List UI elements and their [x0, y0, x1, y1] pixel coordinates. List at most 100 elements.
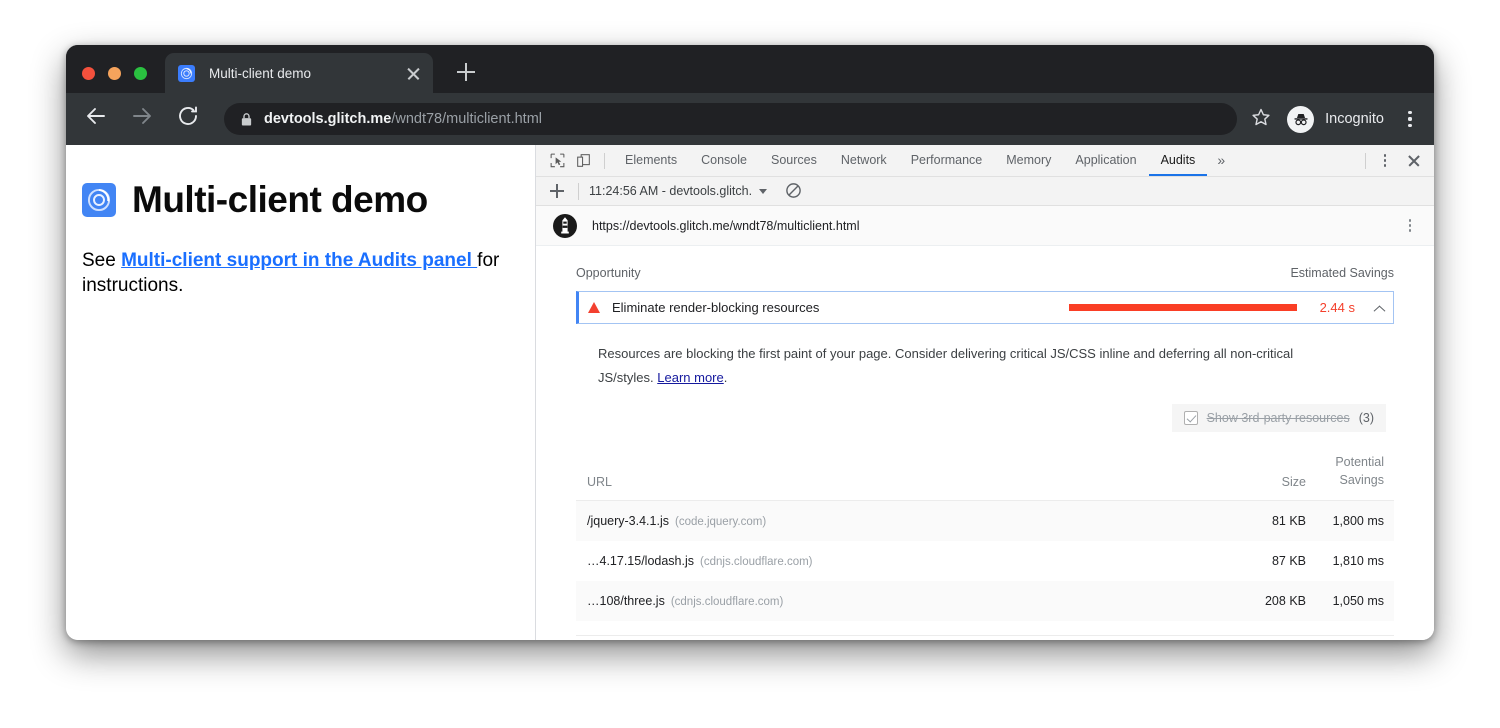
opportunity-header-row: Opportunity Estimated Savings [576, 246, 1394, 291]
resource-host: (cdnjs.cloudflare.com) [671, 596, 783, 608]
show-third-party-toggle[interactable]: Show 3rd-party resources (3) [1172, 404, 1386, 432]
browser-tab[interactable]: Multi-client demo [165, 53, 433, 93]
lighthouse-icon [552, 213, 578, 239]
tab-sources[interactable]: Sources [759, 145, 829, 176]
incognito-icon [1287, 106, 1314, 133]
table-header-row: URL Size Potential Savings [576, 444, 1394, 501]
resources-table: URL Size Potential Savings /jquery-3.4.1… [576, 444, 1394, 621]
resource-host: (cdnjs.cloudflare.com) [700, 556, 812, 568]
browser-window: Multi-client demo [66, 45, 1434, 640]
kebab-menu-icon[interactable] [1400, 108, 1420, 130]
chevron-up-icon[interactable] [1373, 302, 1384, 313]
table-head: URL Size Potential Savings [576, 444, 1394, 501]
star-icon[interactable] [1251, 107, 1271, 132]
address-bar[interactable]: devtools.glitch.me/wndt78/multiclient.ht… [224, 103, 1237, 135]
cell-savings: 1,810 ms [1316, 541, 1394, 581]
report-header: https://devtools.glitch.me/wndt78/multic… [536, 206, 1434, 246]
devtools-logo-icon [82, 183, 116, 217]
window-content: Multi-client demo See Multi-client suppo… [66, 145, 1434, 640]
web-page: Multi-client demo See Multi-client suppo… [66, 145, 536, 640]
devtools-logo-icon [178, 65, 195, 82]
devtools-panel: Elements Console Sources Network Perform… [536, 145, 1434, 640]
cell-size: 208 KB [1224, 581, 1316, 621]
audit-description: Resources are blocking the first paint o… [576, 324, 1371, 390]
profile-chip[interactable]: Incognito [1287, 106, 1384, 133]
page-heading: Multi-client demo [132, 179, 428, 221]
url-path: /wndt78/multiclient.html [391, 111, 542, 127]
devtools-tabbar-actions [1357, 149, 1434, 173]
column-header-url[interactable]: URL [576, 444, 1224, 501]
description-period: . [724, 370, 728, 385]
kebab-menu-icon[interactable] [1374, 150, 1396, 172]
cell-url: …4.17.15/lodash.js(cdnjs.cloudflare.com) [576, 541, 1224, 581]
devtools-tab-list: Elements Console Sources Network Perform… [613, 145, 1235, 176]
paragraph-prefix: See [82, 250, 121, 271]
report-body: Opportunity Estimated Savings Eliminate … [536, 246, 1434, 640]
cell-url: /jquery-3.4.1.js(code.jquery.com) [576, 501, 1224, 542]
report-url: https://devtools.glitch.me/wndt78/multic… [592, 219, 859, 233]
device-toolbar-icon[interactable] [570, 148, 596, 174]
resource-host: (code.jquery.com) [675, 516, 766, 528]
audit-title: Eliminate render-blocking resources [612, 300, 819, 315]
reload-icon[interactable] [176, 104, 206, 134]
report-selector-label: 11:24:56 AM - devtools.glitch. [589, 184, 752, 198]
savings-header-line1: Potential [1335, 455, 1384, 469]
checkbox-checked-icon[interactable] [1184, 411, 1198, 425]
audits-toolbar: 11:24:56 AM - devtools.glitch. [536, 177, 1434, 206]
kebab-menu-icon[interactable] [1400, 216, 1420, 236]
tab-memory[interactable]: Memory [994, 145, 1063, 176]
close-icon[interactable] [1402, 149, 1426, 173]
tab-performance[interactable]: Performance [899, 145, 995, 176]
devtools-tabbar: Elements Console Sources Network Perform… [536, 145, 1434, 177]
table-bottom-divider [576, 635, 1394, 636]
more-tabs-icon[interactable]: » [1207, 145, 1235, 176]
table-row[interactable]: …4.17.15/lodash.js(cdnjs.cloudflare.com)… [576, 541, 1394, 581]
minimize-window-button[interactable] [108, 67, 121, 80]
cell-size: 87 KB [1224, 541, 1316, 581]
page-title: Multi-client demo [82, 179, 507, 221]
cell-savings: 1,050 ms [1316, 581, 1394, 621]
plus-icon[interactable] [546, 180, 568, 202]
tab-application[interactable]: Application [1063, 145, 1148, 176]
window-controls [82, 67, 147, 80]
savings-header-line2: Savings [1340, 473, 1384, 487]
third-party-toggle-row: Show 3rd-party resources (3) [576, 390, 1394, 432]
report-selector[interactable]: 11:24:56 AM - devtools.glitch. [589, 184, 767, 198]
arrow-left-icon[interactable] [84, 104, 114, 134]
tab-audits[interactable]: Audits [1149, 145, 1208, 176]
column-header-potential-savings[interactable]: Potential Savings [1316, 444, 1394, 501]
cell-savings: 1,800 ms [1316, 501, 1394, 542]
tab-console[interactable]: Console [689, 145, 759, 176]
new-tab-button[interactable] [454, 60, 478, 84]
profile-label: Incognito [1325, 111, 1384, 127]
page-paragraph: See Multi-client support in the Audits p… [82, 248, 507, 299]
divider [578, 183, 579, 200]
clear-all-icon[interactable] [785, 182, 803, 200]
cell-size: 81 KB [1224, 501, 1316, 542]
tab-network[interactable]: Network [829, 145, 899, 176]
savings-bar [1069, 304, 1297, 311]
tab-strip: Multi-client demo [66, 45, 1434, 93]
url-host: devtools.glitch.me [264, 111, 391, 127]
audit-savings: 2.44 s [1069, 300, 1384, 315]
inspect-element-icon[interactable] [544, 148, 570, 174]
close-window-button[interactable] [82, 67, 95, 80]
estimated-savings-column-header: Estimated Savings [1290, 266, 1394, 280]
screenshot-root: Multi-client demo [0, 0, 1500, 728]
audit-row[interactable]: Eliminate render-blocking resources 2.44… [576, 291, 1394, 324]
audits-docs-link[interactable]: Multi-client support in the Audits panel [121, 250, 477, 271]
maximize-window-button[interactable] [134, 67, 147, 80]
table-row[interactable]: /jquery-3.4.1.js(code.jquery.com) 81 KB … [576, 501, 1394, 542]
arrow-right-icon[interactable] [130, 104, 160, 134]
table-row[interactable]: …108/three.js (cdnjs.cloudflare.com) 208 … [576, 581, 1394, 621]
address-bar-url: devtools.glitch.me/wndt78/multiclient.ht… [264, 111, 542, 127]
learn-more-link[interactable]: Learn more [657, 370, 723, 385]
close-icon[interactable] [405, 65, 422, 82]
lock-icon [240, 112, 252, 127]
column-header-size[interactable]: Size [1224, 444, 1316, 501]
chevron-down-icon [759, 189, 767, 194]
opportunity-column-header: Opportunity [576, 266, 641, 280]
tab-elements[interactable]: Elements [613, 145, 689, 176]
resource-url: …108/three.js [587, 594, 665, 608]
third-party-count: (3) [1359, 411, 1374, 425]
